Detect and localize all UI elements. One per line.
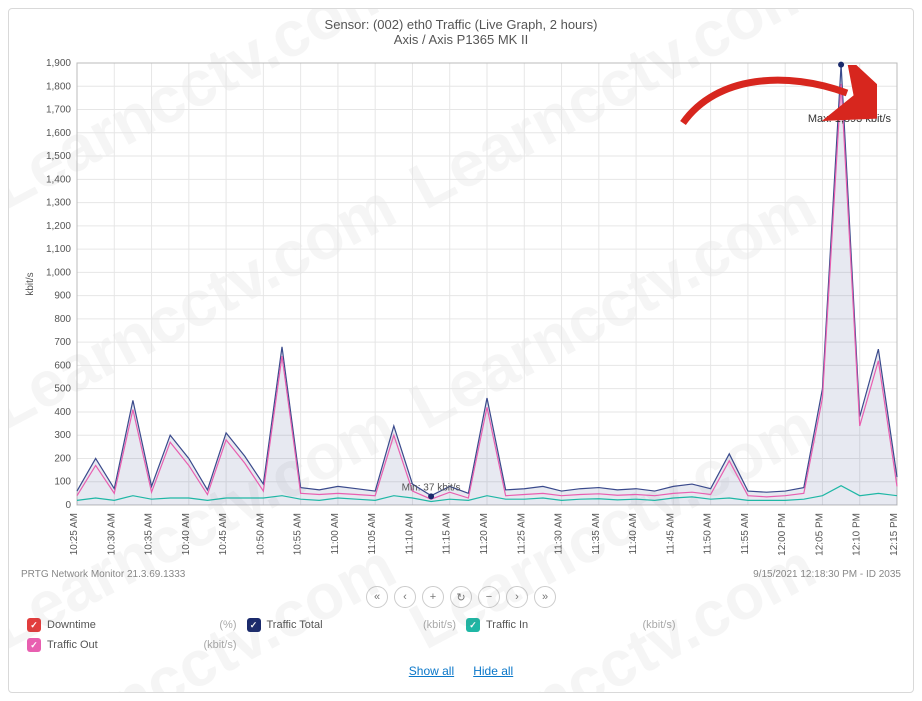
svg-text:600: 600 (54, 360, 71, 371)
legend-unit: (kbit/s) (423, 619, 456, 631)
svg-text:10:30 AM: 10:30 AM (106, 513, 117, 555)
legend-label: Traffic In (486, 619, 528, 631)
svg-text:1,000: 1,000 (46, 267, 71, 278)
svg-text:10:45 AM: 10:45 AM (218, 513, 229, 555)
svg-text:10:40 AM: 10:40 AM (181, 513, 192, 555)
svg-text:400: 400 (54, 407, 71, 418)
refresh-button[interactable]: ↻ (450, 586, 472, 608)
legend-unit: (kbit/s) (643, 619, 676, 631)
svg-text:1,600: 1,600 (46, 128, 71, 139)
svg-text:1,100: 1,100 (46, 244, 71, 255)
svg-text:11:35 AM: 11:35 AM (591, 513, 602, 555)
svg-text:300: 300 (54, 430, 71, 441)
svg-text:11:40 AM: 11:40 AM (628, 513, 639, 555)
svg-text:800: 800 (54, 314, 71, 325)
svg-text:11:10 AM: 11:10 AM (404, 513, 415, 555)
svg-text:11:00 AM: 11:00 AM (330, 513, 341, 555)
chart-title: Sensor: (002) eth0 Traffic (Live Graph, … (17, 17, 905, 32)
svg-text:11:15 AM: 11:15 AM (442, 513, 453, 555)
svg-text:0: 0 (65, 500, 71, 511)
svg-text:1,300: 1,300 (46, 198, 71, 209)
svg-text:700: 700 (54, 337, 71, 348)
svg-text:Min: 37 kbit/s: Min: 37 kbit/s (402, 482, 461, 493)
svg-text:1,800: 1,800 (46, 81, 71, 92)
svg-text:10:50 AM: 10:50 AM (255, 513, 266, 555)
chart-controls: « ‹ + ↻ − › » (17, 586, 905, 608)
svg-text:11:45 AM: 11:45 AM (665, 513, 676, 555)
svg-text:11:50 AM: 11:50 AM (703, 513, 714, 555)
sensor-graph-panel: Learncctv.com Learncctv.com Learncctv.co… (8, 8, 914, 693)
legend: Downtime (%) Traffic Total (kbit/s) Traf… (17, 618, 905, 660)
svg-text:12:10 PM: 12:10 PM (852, 513, 863, 556)
legend-label: Downtime (47, 619, 96, 631)
zoom-out-button[interactable]: − (478, 586, 500, 608)
first-button[interactable]: « (366, 586, 388, 608)
svg-text:12:15 PM: 12:15 PM (889, 513, 900, 556)
svg-text:12:00 PM: 12:00 PM (777, 513, 788, 556)
svg-text:11:55 AM: 11:55 AM (740, 513, 751, 555)
legend-item-downtime[interactable]: Downtime (%) (27, 618, 237, 632)
svg-text:100: 100 (54, 477, 71, 488)
hide-all-link[interactable]: Hide all (473, 664, 513, 678)
svg-text:kbit/s: kbit/s (25, 272, 36, 295)
svg-text:1,500: 1,500 (46, 151, 71, 162)
legend-swatch-icon (247, 618, 261, 632)
svg-text:12:05 PM: 12:05 PM (814, 513, 825, 556)
legend-unit: (kbit/s) (204, 639, 237, 651)
legend-unit: (%) (219, 619, 236, 631)
svg-text:11:25 AM: 11:25 AM (516, 513, 527, 555)
legend-item-traffic-in[interactable]: Traffic In (kbit/s) (466, 618, 676, 632)
svg-text:10:35 AM: 10:35 AM (144, 513, 155, 555)
svg-text:1,200: 1,200 (46, 221, 71, 232)
legend-item-traffic-out[interactable]: Traffic Out (kbit/s) (27, 638, 237, 652)
svg-text:1,400: 1,400 (46, 174, 71, 185)
prev-button[interactable]: ‹ (394, 586, 416, 608)
links: Show all Hide all (17, 664, 905, 678)
chart-subtitle: Axis / Axis P1365 MK II (17, 32, 905, 47)
max-annotation: Max: 1,893 kbit/s (808, 113, 891, 125)
line-chart[interactable]: 0 100 200 300 400 500 600 700 800 900 1,000 1,100 1,… (17, 53, 913, 571)
svg-text:200: 200 (54, 453, 71, 464)
legend-swatch-icon (27, 618, 41, 632)
legend-item-traffic-total[interactable]: Traffic Total (kbit/s) (247, 618, 457, 632)
chart-area[interactable]: Max: 1,893 kbit/s 0 100 200 300 400 500 600 700… (17, 53, 905, 571)
svg-text:10:25 AM: 10:25 AM (69, 513, 80, 555)
show-all-link[interactable]: Show all (409, 664, 454, 678)
svg-text:11:30 AM: 11:30 AM (554, 513, 565, 555)
last-button[interactable]: » (534, 586, 556, 608)
svg-text:10:55 AM: 10:55 AM (293, 513, 304, 555)
legend-label: Traffic Out (47, 639, 98, 651)
legend-swatch-icon (27, 638, 41, 652)
svg-text:500: 500 (54, 384, 71, 395)
svg-text:900: 900 (54, 291, 71, 302)
zoom-in-button[interactable]: + (422, 586, 444, 608)
legend-swatch-icon (466, 618, 480, 632)
svg-text:1,900: 1,900 (46, 58, 71, 69)
svg-text:11:05 AM: 11:05 AM (367, 513, 378, 555)
next-button[interactable]: › (506, 586, 528, 608)
svg-text:1,700: 1,700 (46, 105, 71, 116)
svg-text:11:20 AM: 11:20 AM (479, 513, 490, 555)
legend-label: Traffic Total (267, 619, 323, 631)
